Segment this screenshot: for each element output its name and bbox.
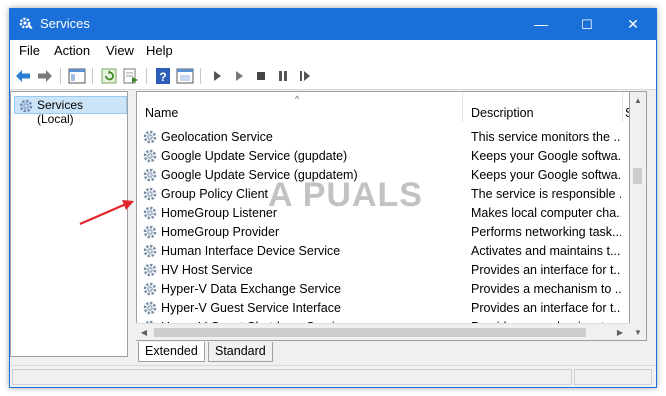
title-bar[interactable]: Services — ☐ ✕ xyxy=(10,9,656,40)
pause-icon[interactable] xyxy=(274,67,292,85)
export-list-icon[interactable] xyxy=(122,67,140,85)
toolbar-separator xyxy=(146,68,147,84)
service-row[interactable]: Hyper-V Guest Service Interface Provides… xyxy=(137,299,629,318)
service-description: The service is responsible ... xyxy=(471,187,621,201)
stop-icon[interactable] xyxy=(252,67,270,85)
service-name: Geolocation Service xyxy=(161,130,273,144)
service-name: HV Host Service xyxy=(161,263,253,277)
service-gear-icon xyxy=(142,205,158,221)
forward-arrow-icon[interactable] xyxy=(36,67,54,85)
close-button[interactable]: ✕ xyxy=(610,9,656,40)
service-gear-icon xyxy=(142,262,158,278)
column-description-label: Description xyxy=(471,106,534,120)
help-icon[interactable]: ? xyxy=(154,67,172,85)
scroll-up-icon[interactable]: ▲ xyxy=(630,92,646,109)
service-name: HomeGroup Provider xyxy=(161,225,280,239)
services-list: ^ Name Description S Geolocation Service… xyxy=(136,91,630,341)
toolbar-separator xyxy=(92,68,93,84)
refresh-icon[interactable] xyxy=(100,67,118,85)
vertical-scroll-thumb[interactable] xyxy=(633,168,642,184)
menu-action[interactable]: Action xyxy=(54,43,90,58)
service-description: Provides an interface for t... xyxy=(471,263,621,277)
column-header-description[interactable]: Description xyxy=(463,92,623,122)
tab-standard[interactable]: Standard xyxy=(208,342,273,362)
service-description: This service monitors the ... xyxy=(471,130,621,144)
service-gear-icon xyxy=(142,300,158,316)
menu-view[interactable]: View xyxy=(106,43,134,58)
scroll-left-icon[interactable]: ◀ xyxy=(136,324,152,341)
toolbar-separator xyxy=(60,68,61,84)
service-gear-icon xyxy=(142,186,158,202)
service-name: HomeGroup Listener xyxy=(161,206,278,220)
tab-extended[interactable]: Extended xyxy=(138,342,205,362)
service-name: Google Update Service (gupdatem) xyxy=(161,168,358,182)
scroll-down-icon[interactable]: ▼ xyxy=(630,324,646,341)
service-gear-icon xyxy=(142,167,158,183)
service-row[interactable]: Google Update Service (gupdate) Keeps yo… xyxy=(137,147,629,166)
menu-bar: File Action View Help xyxy=(10,40,656,62)
service-description: Keeps your Google softwa... xyxy=(471,168,621,182)
service-row[interactable]: HV Host Service Provides an interface fo… xyxy=(137,261,629,280)
play-icon[interactable] xyxy=(208,67,226,85)
horizontal-scroll-thumb[interactable] xyxy=(154,328,586,337)
horizontal-scrollbar[interactable]: ◀ ▶ xyxy=(136,323,630,340)
service-description: Performs networking task... xyxy=(471,225,621,239)
service-row[interactable]: HomeGroup Listener Makes local computer … xyxy=(137,204,629,223)
annotation-arrow-icon xyxy=(79,200,134,226)
svg-text:?: ? xyxy=(159,70,166,84)
column-name-label: Name xyxy=(145,106,179,120)
column-header-status[interactable]: S xyxy=(623,92,629,122)
toolbar: ? xyxy=(10,62,656,90)
status-segment xyxy=(12,369,572,385)
service-description: Provides an interface for t... xyxy=(471,301,621,315)
service-name: Human Interface Device Service xyxy=(161,244,341,258)
service-row[interactable]: HomeGroup Provider Performs networking t… xyxy=(137,223,629,242)
service-gear-icon xyxy=(142,224,158,240)
service-row[interactable]: Geolocation Service This service monitor… xyxy=(137,128,629,147)
menu-help[interactable]: Help xyxy=(146,43,173,58)
service-gear-icon xyxy=(142,243,158,259)
status-segment xyxy=(574,369,652,385)
service-description: Keeps your Google softwa... xyxy=(471,149,621,163)
console-tree-icon[interactable] xyxy=(68,67,86,85)
service-gear-icon xyxy=(142,129,158,145)
window-title: Services xyxy=(40,16,90,31)
service-row[interactable]: Group Policy Client The service is respo… xyxy=(137,185,629,204)
minimize-button[interactable]: — xyxy=(518,9,564,40)
tree-item-services-local[interactable]: Services (Local) xyxy=(14,96,127,126)
services-app-icon xyxy=(18,16,34,32)
status-bar xyxy=(10,365,656,387)
service-row[interactable]: Hyper-V Data Exchange Service Provides a… xyxy=(137,280,629,299)
service-description: Makes local computer cha... xyxy=(471,206,621,220)
sort-ascending-icon: ^ xyxy=(295,94,300,104)
tree-item-label: Services (Local) xyxy=(37,98,84,126)
service-name: Google Update Service (gupdate) xyxy=(161,149,348,163)
menu-file[interactable]: File xyxy=(19,43,40,58)
service-gear-icon xyxy=(142,281,158,297)
service-description: Activates and maintains t... xyxy=(471,244,621,258)
service-gear-icon xyxy=(142,148,158,164)
restart-icon[interactable] xyxy=(296,67,314,85)
service-name: Hyper-V Guest Service Interface xyxy=(161,301,341,315)
service-name: Group Policy Client xyxy=(161,187,268,201)
properties-icon[interactable] xyxy=(176,67,194,85)
column-header-row: ^ Name Description S xyxy=(137,92,629,122)
gear-icon xyxy=(18,98,34,117)
vertical-scrollbar[interactable]: ▲ ▼ xyxy=(630,91,647,341)
play-outline-icon[interactable] xyxy=(230,67,248,85)
maximize-button[interactable]: ☐ xyxy=(564,9,610,40)
back-arrow-icon[interactable] xyxy=(14,67,32,85)
service-name: Hyper-V Data Exchange Service xyxy=(161,282,341,296)
service-description: Provides a mechanism to ... xyxy=(471,282,621,296)
toolbar-separator xyxy=(200,68,201,84)
service-row[interactable]: Google Update Service (gupdatem) Keeps y… xyxy=(137,166,629,185)
column-header-name[interactable]: ^ Name xyxy=(137,92,463,122)
service-row[interactable]: Human Interface Device Service Activates… xyxy=(137,242,629,261)
scroll-right-icon[interactable]: ▶ xyxy=(612,324,628,341)
